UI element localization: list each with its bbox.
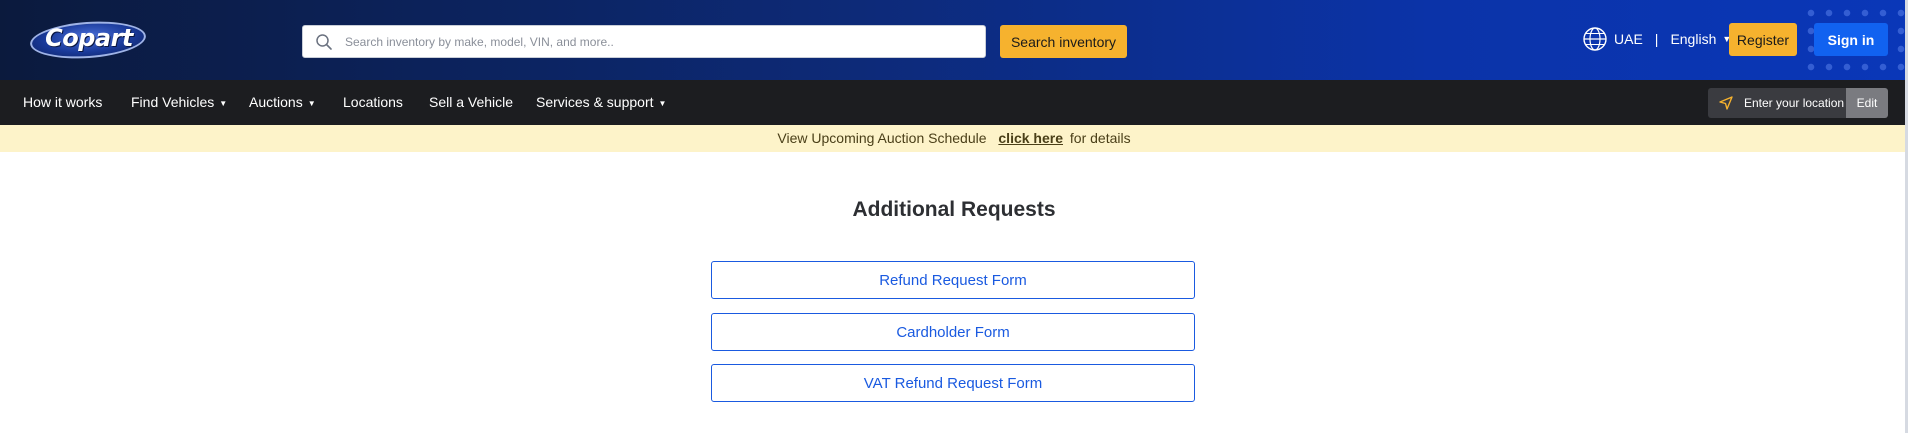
region-language-selector: UAE | English ▼ bbox=[1582, 27, 1731, 51]
cardholder-form-button[interactable]: Cardholder Form bbox=[711, 313, 1195, 351]
banner-suffix: for details bbox=[1069, 130, 1131, 146]
nav-locations[interactable]: Locations bbox=[343, 80, 403, 125]
banner-text: View Upcoming Auction Schedule bbox=[777, 130, 987, 146]
location-label: Enter your location bbox=[1744, 96, 1845, 110]
vat-refund-request-form-button[interactable]: VAT Refund Request Form bbox=[711, 364, 1195, 402]
copart-logo[interactable]: Copart bbox=[28, 17, 148, 63]
nav-label: Sell a Vehicle bbox=[429, 94, 514, 110]
location-arrow-icon bbox=[1718, 95, 1734, 111]
logo-text: Copart bbox=[45, 24, 133, 52]
search-inventory-button[interactable]: Search inventory bbox=[1000, 25, 1127, 58]
chevron-down-icon: ▼ bbox=[219, 99, 228, 108]
banner-link[interactable]: click here bbox=[998, 130, 1063, 146]
region-label[interactable]: UAE bbox=[1614, 31, 1643, 47]
sign-in-button[interactable]: Sign in bbox=[1814, 23, 1888, 56]
search-input[interactable] bbox=[345, 26, 985, 57]
region-separator: | bbox=[1654, 31, 1659, 47]
nav-sell-a-vehicle[interactable]: Sell a Vehicle bbox=[429, 80, 513, 125]
location-selector: Enter your location Edit bbox=[1708, 88, 1888, 118]
location-edit-button[interactable]: Edit bbox=[1846, 88, 1888, 118]
auction-schedule-banner: View Upcoming Auction Schedule click her… bbox=[0, 125, 1908, 152]
nav-label: How it works bbox=[23, 94, 103, 110]
nav-how-it-works[interactable]: How it works bbox=[23, 80, 102, 125]
main-nav: How it works Find Vehicles ▼ Auctions ▼ Lo… bbox=[0, 80, 1908, 125]
nav-label: Auctions bbox=[249, 94, 303, 110]
chevron-down-icon: ▼ bbox=[307, 99, 316, 108]
nav-services-support[interactable]: Services & support ▼ bbox=[536, 80, 666, 125]
nav-label: Find Vehicles bbox=[131, 94, 215, 110]
nav-find-vehicles[interactable]: Find Vehicles ▼ bbox=[131, 80, 227, 125]
nav-auctions[interactable]: Auctions ▼ bbox=[249, 80, 316, 125]
page-title: Additional Requests bbox=[852, 198, 1056, 221]
search-icon bbox=[315, 33, 333, 51]
register-button[interactable]: Register bbox=[1729, 23, 1797, 56]
chevron-down-icon: ▼ bbox=[658, 99, 667, 108]
search-box bbox=[302, 25, 986, 58]
nav-label: Locations bbox=[343, 94, 403, 110]
globe-icon[interactable] bbox=[1582, 26, 1608, 52]
enter-location-button[interactable]: Enter your location bbox=[1708, 88, 1846, 118]
language-label[interactable]: English bbox=[1670, 31, 1716, 47]
top-header: Copart Search inventory UAE | English ▼ … bbox=[0, 0, 1908, 80]
refund-request-form-button[interactable]: Refund Request Form bbox=[711, 261, 1195, 299]
nav-label: Services & support bbox=[536, 94, 654, 110]
